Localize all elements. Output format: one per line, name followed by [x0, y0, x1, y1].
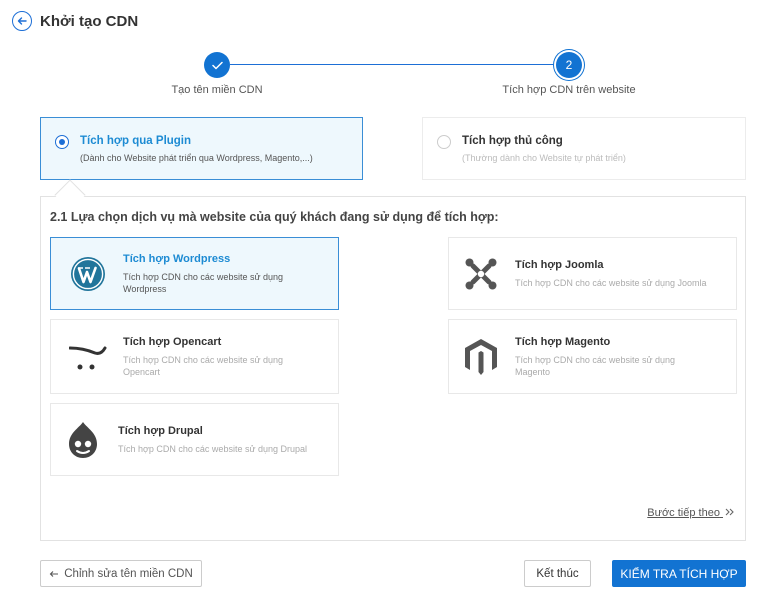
card-wordpress-title: Tích hợp Wordpress [123, 253, 231, 265]
joomla-icon [461, 254, 501, 294]
card-wordpress-desc: Tích hợp CDN cho các website sử dụng Wor… [123, 272, 283, 294]
card-opencart-title: Tích hợp Opencart [123, 336, 222, 348]
option-manual-title: Tích hợp thủ công [462, 135, 563, 147]
next-step-link[interactable]: Bước tiếp theo [647, 507, 735, 519]
step-2-indicator: 2 [556, 52, 582, 78]
platform-panel: 2.1 Lựa chọn dịch vụ mà website của quý … [40, 196, 746, 541]
radio-manual[interactable] [437, 135, 451, 149]
stepper: 2 Tạo tên miền CDN Tích hợp CDN trên web… [0, 50, 770, 100]
back-button[interactable] [12, 11, 32, 31]
next-step-label: Bước tiếp theo [647, 507, 720, 519]
step-1-indicator [204, 52, 230, 78]
step-2-label: Tích hợp CDN trên website [502, 84, 636, 96]
card-joomla-title: Tích hợp Joomla [515, 259, 604, 271]
wordpress-icon [68, 254, 108, 294]
option-plugin-title: Tích hợp qua Plugin [80, 135, 192, 147]
edit-domain-label: Chỉnh sửa tên miền CDN [64, 567, 193, 580]
radio-plugin[interactable] [55, 135, 69, 149]
card-wordpress[interactable]: Tích hợp Wordpress Tích hợp CDN cho các … [50, 237, 339, 310]
check-integration-button[interactable]: KIỂM TRA TÍCH HỢP [612, 560, 746, 587]
page-header: Khởi tạo CDN [12, 8, 138, 34]
panel-title: 2.1 Lựa chọn dịch vụ mà website của quý … [50, 210, 499, 224]
step-connector [230, 64, 570, 65]
arrow-left-icon [49, 570, 59, 577]
card-opencart-desc: Tích hợp CDN cho các website sử dụng Ope… [123, 355, 283, 377]
option-manual-desc: (Thường dành cho Website tự phát triển) [462, 153, 626, 163]
step-1-label: Tạo tên miền CDN [171, 84, 263, 96]
card-joomla[interactable]: Tích hợp Joomla Tích hợp CDN cho các web… [448, 237, 737, 310]
card-magento-desc: Tích hợp CDN cho các website sử dụng Mag… [515, 355, 675, 377]
check-icon [211, 61, 223, 69]
drupal-icon [63, 420, 103, 460]
opencart-icon [68, 337, 108, 377]
option-manual[interactable]: Tích hợp thủ công (Thường dành cho Websi… [422, 117, 746, 180]
finish-button[interactable]: Kết thúc [524, 560, 591, 587]
card-joomla-desc: Tích hợp CDN cho các website sử dụng Joo… [515, 278, 707, 288]
card-opencart[interactable]: Tích hợp Opencart Tích hợp CDN cho các w… [50, 319, 339, 394]
card-drupal[interactable]: Tích hợp Drupal Tích hợp CDN cho các web… [50, 403, 339, 476]
card-magento-title: Tích hợp Magento [515, 336, 611, 348]
double-chevron-right-icon [725, 508, 734, 516]
card-drupal-desc: Tích hợp CDN cho các website sử dụng Dru… [118, 444, 308, 454]
page-title: Khởi tạo CDN [40, 12, 139, 30]
card-magento[interactable]: Tích hợp Magento Tích hợp CDN cho các we… [448, 319, 737, 394]
magento-icon [461, 337, 501, 377]
option-plugin[interactable]: Tích hợp qua Plugin (Dành cho Website ph… [40, 117, 363, 180]
edit-domain-button[interactable]: Chỉnh sửa tên miền CDN [40, 560, 202, 587]
arrow-left-icon [17, 17, 27, 25]
option-plugin-desc: (Dành cho Website phát triển qua Wordpre… [80, 153, 313, 163]
card-drupal-title: Tích hợp Drupal [118, 425, 203, 437]
